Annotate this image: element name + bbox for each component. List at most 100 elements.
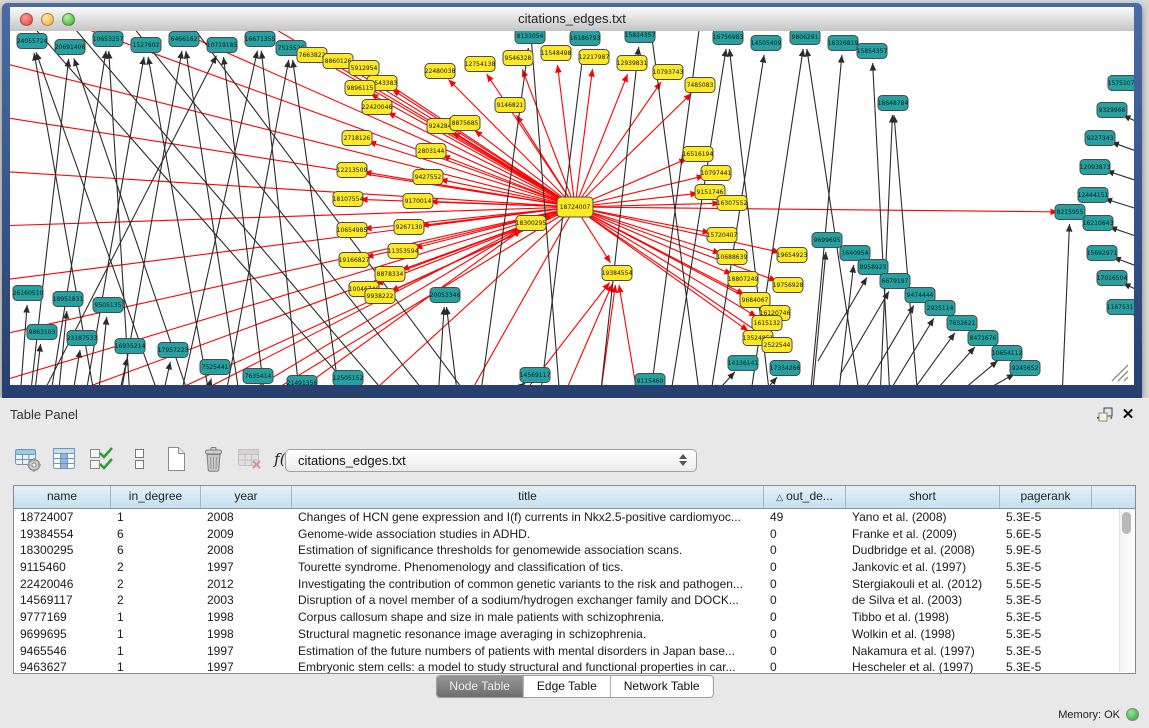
network-node[interactable]: 9546328 bbox=[503, 51, 533, 66]
network-node[interactable]: 9227343 bbox=[1085, 131, 1115, 146]
network-node[interactable]: 10654112 bbox=[992, 346, 1023, 361]
network-node[interactable]: 12505152 bbox=[333, 371, 364, 386]
network-node[interactable]: 16516194 bbox=[683, 147, 714, 162]
network-node[interactable]: 5912954 bbox=[349, 61, 379, 76]
network-edge[interactable] bbox=[1104, 199, 1134, 213]
select-columns-icon[interactable] bbox=[86, 443, 118, 475]
network-node[interactable]: 15751074 bbox=[1108, 76, 1134, 91]
network-edge[interactable] bbox=[10, 61, 575, 207]
network-node[interactable]: 6679197 bbox=[880, 274, 910, 289]
network-edge[interactable] bbox=[1133, 90, 1134, 101]
table-row[interactable]: 1456911722003Disruption of a novel membe… bbox=[14, 592, 1135, 609]
trash-icon[interactable] bbox=[197, 443, 229, 475]
network-node[interactable]: 2935114 bbox=[925, 301, 955, 316]
table-row[interactable]: 2242004622012Investigating the contribut… bbox=[14, 576, 1135, 593]
network-node[interactable]: 12444151 bbox=[1078, 188, 1109, 203]
network-edge[interactable] bbox=[120, 51, 182, 385]
table-selector-dropdown[interactable]: citations_edges.txt bbox=[285, 449, 697, 472]
network-node[interactable]: 12754138 bbox=[465, 57, 496, 72]
network-node[interactable]: 16307552 bbox=[717, 196, 748, 211]
network-node[interactable]: 7635414 bbox=[243, 369, 273, 384]
column-header[interactable]: pagerank bbox=[1000, 486, 1092, 508]
network-node[interactable]: 2803144 bbox=[416, 144, 446, 159]
network-edge[interactable] bbox=[575, 203, 720, 207]
network-node[interactable]: 1527602 bbox=[131, 38, 161, 53]
table-column-icon[interactable] bbox=[49, 443, 81, 475]
network-node[interactable]: 9505135 bbox=[93, 298, 123, 313]
network-node[interactable]: 17334266 bbox=[770, 361, 801, 376]
network-edge[interactable] bbox=[1106, 171, 1134, 185]
network-node[interactable]: 7632621 bbox=[947, 316, 977, 331]
network-node[interactable]: 9806291 bbox=[790, 31, 820, 45]
network-edge[interactable] bbox=[885, 318, 934, 385]
network-node[interactable]: 10688639 bbox=[717, 250, 748, 265]
network-node[interactable]: 10653257 bbox=[93, 32, 124, 47]
network-edge[interactable] bbox=[812, 252, 826, 385]
network-node[interactable]: 11548498 bbox=[541, 46, 572, 61]
network-node[interactable]: 6466162 bbox=[169, 32, 199, 47]
network-node[interactable]: 7485083 bbox=[685, 78, 715, 93]
network-node[interactable]: 16935214 bbox=[115, 339, 146, 354]
new-document-icon[interactable] bbox=[160, 443, 192, 475]
network-node[interactable]: 16186793 bbox=[570, 31, 601, 46]
scrollbar-thumb[interactable] bbox=[1122, 512, 1131, 534]
table-row[interactable]: 946362711997Embryonic stem cells: a mode… bbox=[14, 659, 1135, 674]
network-node[interactable]: 22480038 bbox=[425, 64, 456, 79]
resize-grip-icon[interactable] bbox=[1112, 365, 1128, 381]
network-canvas[interactable]: 2405572420691406106532571527602646616210… bbox=[10, 31, 1134, 385]
network-edge[interactable] bbox=[970, 374, 1015, 385]
network-edge[interactable] bbox=[619, 285, 640, 385]
network-node[interactable]: 10797441 bbox=[701, 166, 732, 181]
network-node[interactable]: 21491356 bbox=[287, 376, 318, 386]
network-node[interactable]: 8878334 bbox=[375, 267, 405, 282]
network-node[interactable]: 18300295 bbox=[516, 216, 547, 231]
network-edge[interactable] bbox=[505, 382, 526, 385]
network-node[interactable]: 8131054 bbox=[515, 31, 545, 44]
network-node[interactable]: 18724007 bbox=[557, 197, 593, 217]
network-edge[interactable] bbox=[55, 207, 575, 385]
network-node[interactable]: 17016504 bbox=[1097, 271, 1128, 286]
network-node[interactable]: 9245652 bbox=[1010, 361, 1040, 376]
network-node[interactable]: 1640954 bbox=[840, 246, 870, 261]
tab-network-table[interactable]: Network Table bbox=[610, 676, 713, 697]
network-node[interactable]: 16326819 bbox=[828, 36, 859, 51]
rows-icon[interactable] bbox=[123, 443, 155, 475]
network-node[interactable]: 12939831 bbox=[617, 56, 648, 71]
network-node[interactable]: 24055724 bbox=[17, 34, 48, 49]
network-node[interactable]: 2718126 bbox=[342, 131, 372, 146]
network-node[interactable]: 12217987 bbox=[579, 50, 610, 65]
network-node[interactable]: 11675319 bbox=[1107, 300, 1134, 315]
table-row[interactable]: 1938455462009Genome-wide association stu… bbox=[14, 526, 1135, 543]
network-edge[interactable] bbox=[670, 49, 726, 385]
network-edge[interactable] bbox=[818, 277, 867, 361]
network-node[interactable]: 8875685 bbox=[450, 116, 480, 131]
vertical-scrollbar[interactable] bbox=[1119, 509, 1134, 672]
network-node[interactable]: 10793743 bbox=[653, 65, 684, 80]
network-node[interactable]: 18951831 bbox=[53, 292, 84, 307]
network-node[interactable]: 22420046 bbox=[362, 100, 393, 115]
table-row[interactable]: 946554611997Estimation of the future num… bbox=[14, 643, 1135, 660]
network-edge[interactable] bbox=[72, 350, 80, 385]
network-node[interactable]: 9146821 bbox=[495, 98, 525, 113]
network-node[interactable]: 15854357 bbox=[857, 44, 888, 59]
memory-ok-indicator[interactable] bbox=[1126, 708, 1139, 721]
network-node[interactable]: 9170014 bbox=[403, 194, 433, 209]
network-node[interactable]: 14569117 bbox=[520, 368, 551, 383]
network-node[interactable]: 19166827 bbox=[339, 253, 370, 268]
column-header[interactable]: name bbox=[14, 486, 111, 508]
delete-table-icon[interactable] bbox=[234, 443, 266, 475]
network-edge[interactable] bbox=[1109, 227, 1134, 241]
network-node[interactable]: 9427552 bbox=[413, 170, 443, 185]
network-node[interactable]: 9863103 bbox=[27, 325, 57, 340]
table-row[interactable]: 911546021997Tourette syndrome. Phenomeno… bbox=[14, 559, 1135, 576]
network-edge[interactable] bbox=[516, 115, 575, 207]
network-node[interactable]: 9329966 bbox=[1097, 103, 1127, 118]
network-node[interactable]: 14136141 bbox=[728, 356, 759, 371]
network-node[interactable]: 18807249 bbox=[728, 272, 759, 287]
network-node[interactable]: 15824357 bbox=[625, 31, 656, 43]
network-node[interactable]: 9267130 bbox=[394, 220, 424, 235]
network-node[interactable]: 16648784 bbox=[878, 96, 909, 111]
network-node[interactable]: 19654923 bbox=[777, 248, 808, 263]
table-row[interactable]: 977716911998Corpus callosum shape and si… bbox=[14, 609, 1135, 626]
network-node[interactable]: 17957223 bbox=[158, 343, 189, 358]
